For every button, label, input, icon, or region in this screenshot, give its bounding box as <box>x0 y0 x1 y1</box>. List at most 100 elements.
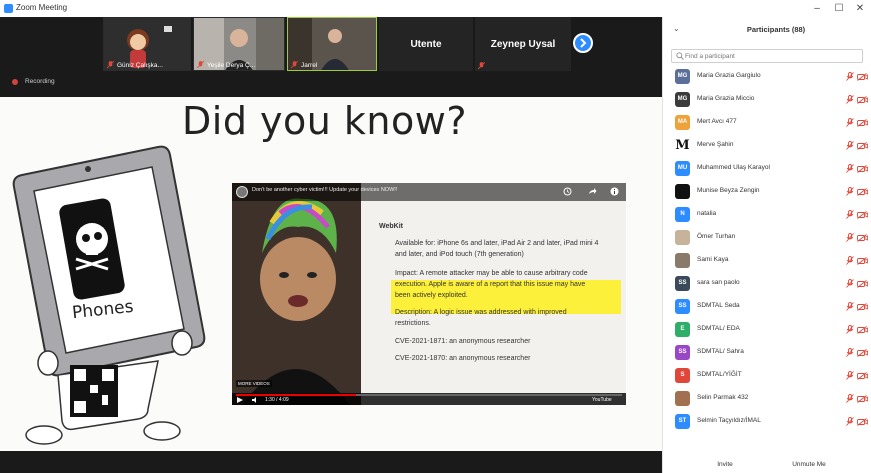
muted-mic-icon[interactable] <box>846 164 854 173</box>
volume-icon[interactable] <box>252 397 259 403</box>
participant-row[interactable]: SS SDMTAL Seda <box>663 296 871 319</box>
muted-mic-icon[interactable] <box>846 325 854 334</box>
minimize-button[interactable]: – <box>806 1 828 16</box>
muted-mic-icon[interactable] <box>846 233 854 242</box>
progress-remaining[interactable] <box>356 394 622 396</box>
participant-name: Mert Avcı 477 <box>697 118 737 125</box>
participant-name: Ömer Turhan <box>697 233 736 240</box>
participant-row[interactable]: Ömer Turhan <box>663 227 871 250</box>
participant-name: Selmin Taçyıldız/İMAL <box>697 417 761 424</box>
video-tile[interactable]: Utente <box>379 17 473 71</box>
window-title: Zoom Meeting <box>16 3 68 12</box>
video-off-icon[interactable] <box>857 395 868 403</box>
embedded-youtube-video[interactable]: Don't be another cyber victim!!! Update … <box>232 183 626 405</box>
video-off-icon[interactable] <box>857 418 868 426</box>
play-icon[interactable] <box>237 397 243 403</box>
participant-name: Maria Grazia Miccio <box>697 95 755 102</box>
article-line: and later, and iPod touch (7th generatio… <box>395 251 524 258</box>
muted-mic-icon[interactable] <box>846 118 854 127</box>
video-off-icon[interactable] <box>857 73 868 81</box>
watch-later-icon[interactable] <box>563 187 572 196</box>
more-videos-label[interactable]: MORE VIDEOS <box>236 380 272 387</box>
video-off-icon[interactable] <box>857 211 868 219</box>
video-tile[interactable]: Güniz Çalışka... <box>103 17 191 71</box>
article-line: been actively exploited. <box>395 292 468 299</box>
muted-mic-icon <box>197 61 204 69</box>
invite-button[interactable]: Invite <box>707 458 743 471</box>
progress-played[interactable] <box>236 394 356 396</box>
muted-mic-icon[interactable] <box>846 371 854 380</box>
avatar: S <box>675 368 690 383</box>
participant-row[interactable]: SS sara san paolo <box>663 273 871 296</box>
close-button[interactable]: ✕ <box>849 1 871 16</box>
video-off-icon[interactable] <box>857 234 868 242</box>
video-off-icon[interactable] <box>857 280 868 288</box>
participant-row[interactable]: M Merve Şahin <box>663 135 871 158</box>
video-off-icon[interactable] <box>857 349 868 357</box>
video-off-icon[interactable] <box>857 303 868 311</box>
avatar <box>675 184 690 199</box>
participant-search[interactable] <box>671 49 863 63</box>
video-tile-active-speaker[interactable]: Jarrel <box>287 17 377 71</box>
recording-label: Recording <box>25 78 55 85</box>
video-tile[interactable]: Zeynep Uysal <box>475 17 571 71</box>
muted-mic-icon[interactable] <box>846 72 854 81</box>
unmute-me-button[interactable]: Unmute Me <box>779 458 839 471</box>
participant-row[interactable]: E SDMTAL/ EDA <box>663 319 871 342</box>
participant-row[interactable]: MG Maria Grazia Miccio <box>663 89 871 112</box>
participant-name: Selin Parmak 432 <box>697 394 749 401</box>
muted-mic-icon[interactable] <box>846 302 854 311</box>
avatar: SS <box>675 276 690 291</box>
participant-row[interactable]: ST Selmin Taçyıldız/İMAL <box>663 411 871 434</box>
participant-row[interactable]: Munise Beyza Zengin <box>663 181 871 204</box>
article-line: CVE-2021-1871: an anonymous researcher <box>395 338 531 345</box>
muted-mic-icon[interactable] <box>846 348 854 357</box>
slide-title: Did you know? <box>182 99 468 143</box>
muted-mic-icon[interactable] <box>846 141 854 150</box>
participant-row[interactable]: Sami Kaya <box>663 250 871 273</box>
video-off-icon[interactable] <box>857 165 868 173</box>
info-icon[interactable] <box>610 187 619 196</box>
maximize-button[interactable]: ☐ <box>828 1 850 16</box>
participant-row[interactable]: MU Muhammed Ulaş Karayol <box>663 158 871 181</box>
muted-mic-icon[interactable] <box>846 279 854 288</box>
participant-row[interactable]: MG Maria Grazia Gargiulo <box>663 66 871 89</box>
participant-row[interactable]: Selin Parmak 432 <box>663 388 871 411</box>
participant-name: Munise Beyza Zengin <box>697 187 760 194</box>
muted-mic-icon[interactable] <box>846 210 854 219</box>
participant-row[interactable]: S SDMTAL/YİĞİT <box>663 365 871 388</box>
share-icon[interactable] <box>588 187 597 196</box>
zoom-window: Zoom Meeting – ☐ ✕ Güniz Çalışka... Yeşi… <box>0 0 871 473</box>
video-off-icon[interactable] <box>857 257 868 265</box>
avatar: SS <box>675 299 690 314</box>
participant-row[interactable]: SS SDMTAL/ Sahra <box>663 342 871 365</box>
participant-row[interactable]: MA Mert Avcı 477 <box>663 112 871 135</box>
muted-mic-icon[interactable] <box>846 394 854 403</box>
video-off-icon[interactable] <box>857 119 868 127</box>
search-input[interactable] <box>685 51 855 62</box>
video-off-icon[interactable] <box>857 326 868 334</box>
participant-name: SDMTAL Seda <box>697 302 740 309</box>
video-off-icon[interactable] <box>857 96 868 104</box>
article-line: Available for: iPhone 6s and later, iPad… <box>395 240 599 247</box>
muted-mic-icon <box>291 61 298 69</box>
next-page-arrow-icon[interactable] <box>573 33 593 53</box>
youtube-logo[interactable]: YouTube <box>592 397 612 403</box>
participant-name: Güniz Çalışka... <box>117 62 163 69</box>
video-gallery-strip: Güniz Çalışka... Yeşile Derya Ç... Jarre… <box>0 17 662 91</box>
video-off-icon[interactable] <box>857 188 868 196</box>
muted-mic-icon[interactable] <box>846 256 854 265</box>
search-icon <box>676 52 684 60</box>
video-top-bar: Don't be another cyber victim!!! Update … <box>232 183 626 201</box>
participant-row[interactable]: Nnatalia <box>663 204 871 227</box>
video-off-icon[interactable] <box>857 372 868 380</box>
video-off-icon[interactable] <box>857 142 868 150</box>
muted-mic-icon[interactable] <box>846 417 854 426</box>
avatar <box>675 253 690 268</box>
participant-name: sara san paolo <box>697 279 740 286</box>
muted-mic-icon[interactable] <box>846 187 854 196</box>
participant-name: Merve Şahin <box>697 141 734 148</box>
video-title[interactable]: Don't be another cyber victim!!! Update … <box>252 187 397 193</box>
video-tile[interactable]: Yeşile Derya Ç... <box>193 17 285 71</box>
muted-mic-icon[interactable] <box>846 95 854 104</box>
